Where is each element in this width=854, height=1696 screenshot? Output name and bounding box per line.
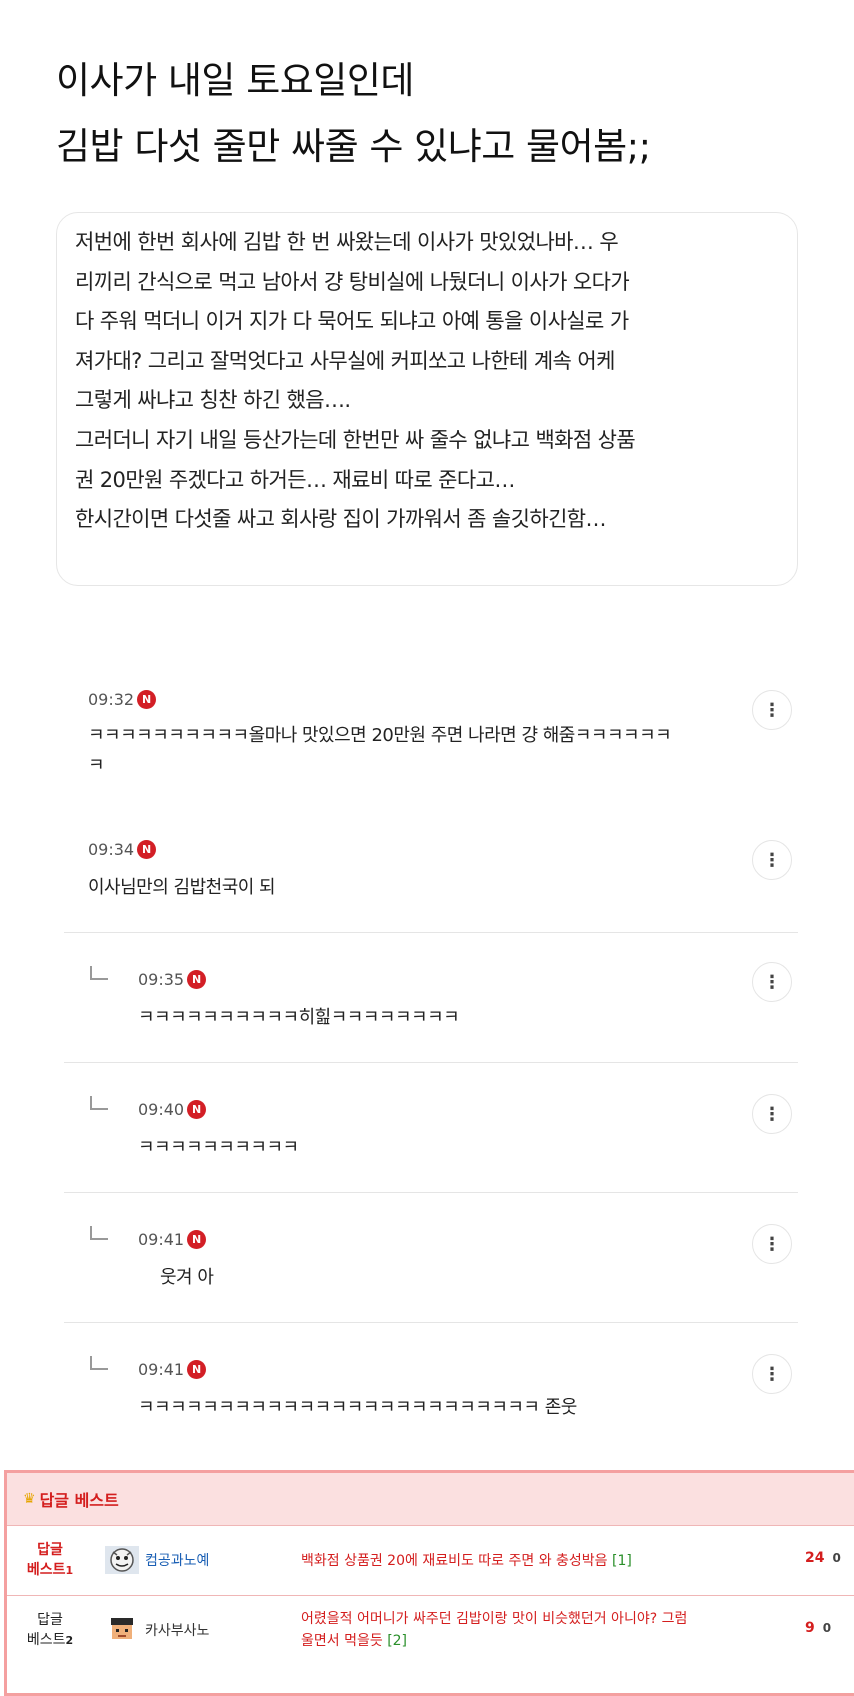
comment-item: 09:32 N ㅋㅋㅋㅋㅋㅋㅋㅋㅋㅋ올마나 맛있으면 20만원 주면 나라면 걍… <box>88 690 798 781</box>
best-reply-text-line: 울면서 먹을듯 <box>301 1633 383 1649</box>
best-reply-row[interactable]: 답글 베스트2 카사부사노 어렸을적 어머니가 싸주던 김밥이랑 맛이 비슷했던… <box>7 1595 854 1665</box>
comment-more-button[interactable]: ⋮ <box>752 1094 792 1134</box>
new-badge-icon: N <box>137 840 157 859</box>
comment-divider <box>64 932 798 933</box>
best-rank-label: 베스트 <box>26 1632 66 1648</box>
reply-item: 09:35 N ㅋㅋㅋㅋㅋㅋㅋㅋㅋㅋ히힖ㅋㅋㅋㅋㅋㅋㅋㅋ <box>138 970 738 1033</box>
comment-time: 09:35 <box>138 970 185 989</box>
reply-item: 09:41 N ㅋㅋㅋㅋㅋㅋㅋㅋㅋㅋㅋㅋㅋㅋㅋㅋㅋㅋㅋㅋㅋㅋㅋㅋㅋ 존웃 <box>138 1360 738 1423</box>
new-badge-icon: N <box>187 1230 207 1249</box>
post-title-line-1: 이사가 내일 토요일인데 <box>56 59 414 102</box>
comment-text: 웃겨 아 <box>160 1267 214 1288</box>
post-line: 져가대? 그리고 잘먹엇다고 사무실에 커피쏘고 나한테 계속 어케 <box>75 348 615 373</box>
reply-arrow-icon <box>90 966 108 980</box>
best-reply-count: [2] <box>387 1633 408 1649</box>
new-badge-icon: N <box>187 1100 207 1119</box>
best-rank-number: 1 <box>65 1564 74 1577</box>
comment-time: 09:41 <box>138 1230 185 1249</box>
best-reply-text-line: 어렸을적 어머니가 싸주던 김밥이랑 맛이 비슷했던거 아니야? 그럼 <box>301 1611 688 1627</box>
comment-divider <box>64 1062 798 1063</box>
reply-arrow-icon <box>90 1226 108 1240</box>
reply-arrow-icon <box>90 1096 108 1110</box>
downvote-count: 0 <box>822 1621 832 1635</box>
comment-text-cont: ㅋ <box>88 755 105 776</box>
post-body: 저번에 한번 회사에 김밥 한 번 싸왔는데 이사가 맛있었나바… 우 리끼리 … <box>56 212 798 586</box>
comment-more-button[interactable]: ⋮ <box>752 1354 792 1394</box>
best-rank-number: 2 <box>65 1634 74 1647</box>
comment-more-button[interactable]: ⋮ <box>752 962 792 1002</box>
best-reply-score: 24 0 <box>805 1550 841 1566</box>
avatar <box>105 1546 139 1574</box>
best-reply-row[interactable]: 답글 베스트1 컴공과노예 백화점 상품권 20에 재료비도 따로 주면 와 충… <box>7 1525 854 1595</box>
best-reply-text-line: 백화점 상품권 20에 재료비도 따로 주면 와 충성박음 <box>301 1553 608 1569</box>
best-rank-label: 답글 <box>37 1542 63 1558</box>
best-replies-panel: ♛ 답글 베스트 답글 베스트1 컴공과노예 백화점 상품권 20에 재료비도 … <box>4 1470 854 1696</box>
comment-text: ㅋㅋㅋㅋㅋㅋㅋㅋㅋㅋ올마나 맛있으면 20만원 주면 나라면 걍 해줌ㅋㅋㅋㅋㅋ… <box>88 725 672 746</box>
reply-arrow-icon <box>90 1356 108 1370</box>
comment-divider <box>64 1192 798 1193</box>
best-rank: 답글 베스트1 <box>21 1540 79 1581</box>
comment-text: ㅋㅋㅋㅋㅋㅋㅋㅋㅋㅋㅋㅋㅋㅋㅋㅋㅋㅋㅋㅋㅋㅋㅋㅋㅋ 존웃 <box>138 1397 577 1418</box>
best-rank: 답글 베스트2 <box>21 1610 79 1651</box>
comment-time: 09:40 <box>138 1100 185 1119</box>
post-line: 권 20만원 주겠다고 하거든… 재료비 따로 준다고… <box>75 467 515 492</box>
comment-time: 09:34 <box>88 840 135 859</box>
best-replies-title: 답글 베스트 <box>39 1491 119 1510</box>
reply-item: 09:41 N 웃겨 아 <box>138 1230 738 1293</box>
downvote-count: 0 <box>832 1551 841 1565</box>
best-reply-nickname[interactable]: 카사부사노 <box>145 1620 209 1640</box>
comment-item: 09:34 N 이사님만의 김밥천국이 되 <box>88 840 798 903</box>
best-reply-nickname[interactable]: 컴공과노예 <box>145 1550 209 1570</box>
best-rank-label: 답글 <box>37 1612 63 1628</box>
comment-divider <box>64 1322 798 1323</box>
comment-text: 이사님만의 김밥천국이 되 <box>88 877 276 898</box>
post-line: 그렇게 싸냐고 칭찬 하긴 했음…. <box>75 388 351 413</box>
post-line: 리끼리 간식으로 먹고 남아서 걍 탕비실에 나뒀더니 이사가 오다가 <box>75 269 630 294</box>
medal-icon: ♛ <box>23 1491 36 1507</box>
reply-item: 09:40 N ㅋㅋㅋㅋㅋㅋㅋㅋㅋㅋ <box>138 1100 738 1163</box>
post-title: 이사가 내일 토요일인데 김밥 다섯 줄만 싸줄 수 있냐고 물어봄;; <box>56 48 836 180</box>
comment-more-button[interactable]: ⋮ <box>752 840 792 880</box>
best-reply-score: 90 <box>805 1620 831 1636</box>
new-badge-icon: N <box>187 970 207 989</box>
post-line: 그러더니 자기 내일 등산가는데 한번만 싸 줄수 없냐고 백화점 상품 <box>75 427 636 452</box>
new-badge-icon: N <box>187 1360 207 1379</box>
comment-text: ㅋㅋㅋㅋㅋㅋㅋㅋㅋㅋ히힖ㅋㅋㅋㅋㅋㅋㅋㅋ <box>138 1007 460 1028</box>
new-badge-icon: N <box>137 690 157 709</box>
comment-time: 09:41 <box>138 1360 185 1379</box>
best-reply-text[interactable]: 백화점 상품권 20에 재료비도 따로 주면 와 충성박음 [1] <box>301 1550 801 1572</box>
best-reply-count: [1] <box>612 1553 632 1569</box>
best-replies-header: ♛ 답글 베스트 <box>7 1473 854 1525</box>
post-line: 저번에 한번 회사에 김밥 한 번 싸왔는데 이사가 맛있었나바… 우 <box>75 230 619 254</box>
comment-more-button[interactable]: ⋮ <box>752 690 792 730</box>
post-title-line-2: 김밥 다섯 줄만 싸줄 수 있냐고 물어봄;; <box>56 125 651 168</box>
best-reply-text[interactable]: 어렸을적 어머니가 싸주던 김밥이랑 맛이 비슷했던거 아니야? 그럼 울면서 … <box>301 1608 801 1652</box>
upvote-count: 9 <box>805 1620 815 1636</box>
comment-more-button[interactable]: ⋮ <box>752 1224 792 1264</box>
avatar <box>105 1616 139 1644</box>
comment-text: ㅋㅋㅋㅋㅋㅋㅋㅋㅋㅋ <box>138 1137 299 1158</box>
post-line: 다 주워 먹더니 이거 지가 다 묵어도 되냐고 아예 통을 이사실로 가 <box>75 309 629 334</box>
post-line: 한시간이면 다섯줄 싸고 회사랑 집이 가까워서 좀 솔깃하긴함… <box>75 507 607 532</box>
upvote-count: 24 <box>805 1550 825 1566</box>
best-rank-label: 베스트 <box>26 1562 66 1578</box>
comment-time: 09:32 <box>88 690 135 709</box>
